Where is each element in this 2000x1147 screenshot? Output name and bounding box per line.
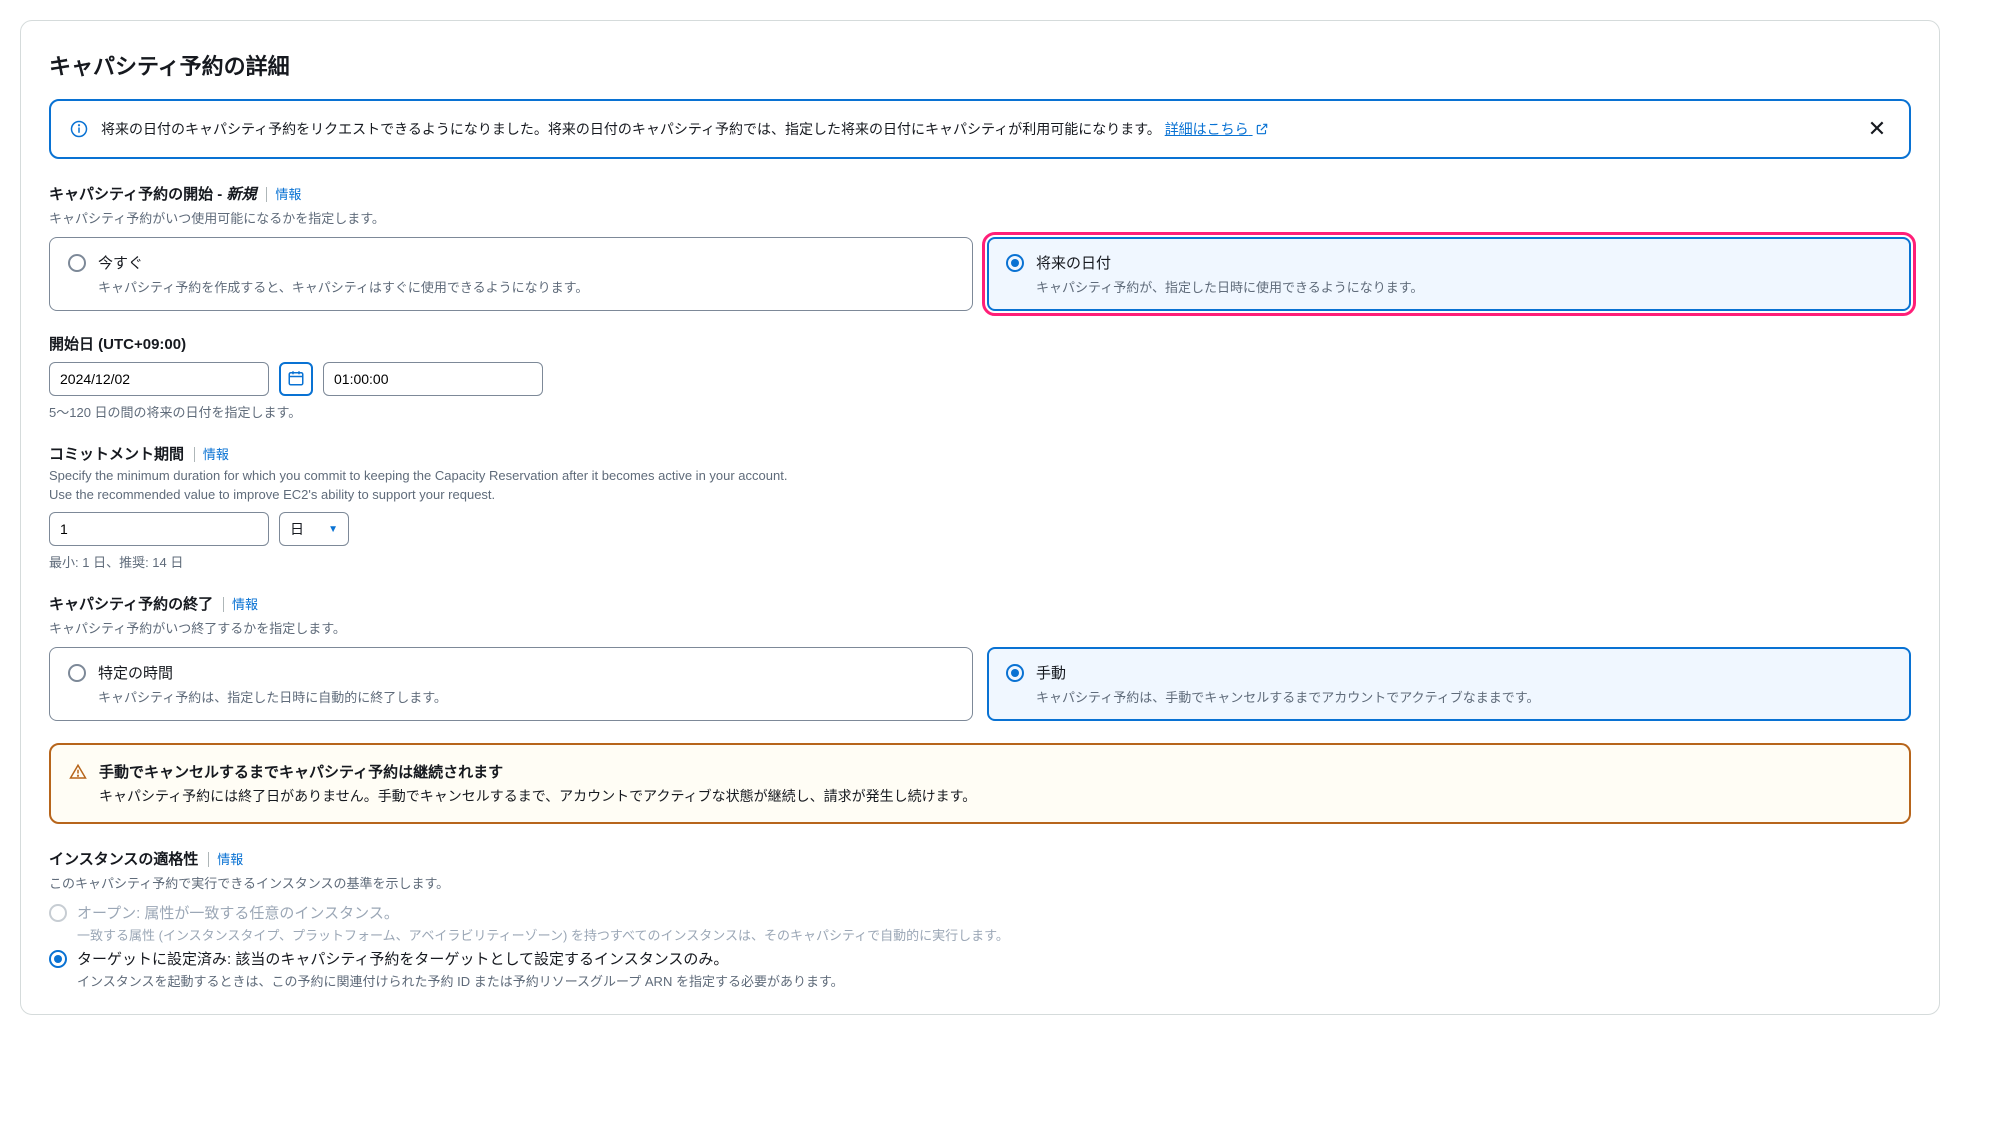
eligibility-heading: インスタンスの適格性 [49, 851, 198, 868]
eligibility-open-desc: 一致する属性 (インスタンスタイプ、プラットフォーム、アベイラビリティーゾーン)… [77, 925, 1911, 944]
start-date-heading: 開始日 (UTC+09:00) [49, 336, 186, 353]
end-radio-group: 特定の時間 キャパシティ予約は、指定した日時に自動的に終了します。 手動 キャパ… [49, 647, 1911, 721]
start-heading-row: キャパシティ予約の開始 - 新規 情報 [49, 183, 1911, 204]
learn-more-link[interactable]: 詳細はこちら [1165, 121, 1269, 137]
commitment-info-link[interactable]: 情報 [194, 447, 229, 462]
end-option-manual[interactable]: 手動 キャパシティ予約は、手動でキャンセルするまでアカウントでアクティブなままで… [987, 647, 1911, 721]
start-time-input[interactable] [323, 362, 543, 396]
eligibility-radio-group: オープン: 属性が一致する任意のインスタンス。 一致する属性 (インスタンスタイ… [49, 902, 1911, 990]
info-icon [69, 119, 89, 139]
end-time-desc: キャパシティ予約は、指定した日時に自動的に終了します。 [98, 687, 954, 706]
warn-desc: キャパシティ予約には終了日がありません。手動でキャンセルするまで、アカウントでア… [99, 786, 976, 806]
start-heading: キャパシティ予約の開始 - [49, 186, 226, 203]
warn-title: 手動でキャンセルするまでキャパシティ予約は継続されます [99, 761, 976, 782]
calendar-icon [287, 369, 305, 390]
eligibility-target-desc: インスタンスを起動するときは、この予約に関連付けられた予約 ID または予約リソ… [77, 971, 1911, 990]
radio-icon [49, 950, 67, 968]
end-info-link[interactable]: 情報 [223, 597, 258, 612]
start-date-section: 開始日 (UTC+09:00) 5〜120 日の間の将来の日付を指定します。 [49, 333, 1911, 421]
start-now-desc: キャパシティ予約を作成すると、キャパシティはすぐに使用できるようになります。 [98, 277, 954, 296]
eligibility-info-link[interactable]: 情報 [208, 852, 243, 867]
commitment-desc-2: Use the recommended value to improve EC2… [49, 487, 1911, 502]
radio-icon [68, 254, 86, 272]
commitment-unit-select[interactable]: 日 ▼ [279, 512, 349, 546]
commitment-unit-value: 日 [290, 519, 304, 539]
eligibility-desc: このキャパシティ予約で実行できるインスタンスの基準を示します。 [49, 873, 1911, 892]
start-section: キャパシティ予約の開始 - 新規 情報 キャパシティ予約がいつ使用可能になるかを… [49, 183, 1911, 311]
start-future-desc: キャパシティ予約が、指定した日時に使用できるようになります。 [1036, 277, 1892, 296]
end-section: キャパシティ予約の終了 情報 キャパシティ予約がいつ終了するかを指定します。 特… [49, 593, 1911, 721]
close-alert-button[interactable]: ✕ [1863, 115, 1891, 143]
end-desc: キャパシティ予約がいつ終了するかを指定します。 [49, 618, 1911, 637]
radio-icon [68, 664, 86, 682]
calendar-button[interactable] [279, 362, 313, 396]
capacity-reservation-details-panel: キャパシティ予約の詳細 将来の日付のキャパシティ予約をリクエストできるようになり… [20, 20, 1940, 1015]
info-alert-text: 将来の日付のキャパシティ予約をリクエストできるようになりました。将来の日付のキャ… [101, 119, 1851, 139]
eligibility-heading-row: インスタンスの適格性 情報 [49, 848, 1911, 869]
end-time-title: 特定の時間 [98, 662, 954, 683]
end-manual-desc: キャパシティ予約は、手動でキャンセルするまでアカウントでアクティブなままです。 [1036, 687, 1892, 706]
start-option-now[interactable]: 今すぐ キャパシティ予約を作成すると、キャパシティはすぐに使用できるようになりま… [49, 237, 973, 311]
start-option-future[interactable]: 将来の日付 キャパシティ予約が、指定した日時に使用できるようになります。 [987, 237, 1911, 311]
commitment-desc-1: Specify the minimum duration for which y… [49, 468, 1911, 483]
start-now-title: 今すぐ [98, 252, 954, 273]
eligibility-option-target[interactable]: ターゲットに設定済み: 該当のキャパシティ予約をターゲットとして設定するインスタ… [49, 948, 1911, 990]
start-future-title: 将来の日付 [1036, 252, 1892, 273]
eligibility-section: インスタンスの適格性 情報 このキャパシティ予約で実行できるインスタンスの基準を… [49, 848, 1911, 990]
start-date-hint: 5〜120 日の間の将来の日付を指定します。 [49, 402, 1911, 421]
eligibility-target-title: ターゲットに設定済み: 該当のキャパシティ予約をターゲットとして設定するインスタ… [77, 948, 1911, 969]
end-option-time[interactable]: 特定の時間 キャパシティ予約は、指定した日時に自動的に終了します。 [49, 647, 973, 721]
end-heading: キャパシティ予約の終了 [49, 596, 213, 613]
commitment-section: コミットメント期間 情報 Specify the minimum duratio… [49, 443, 1911, 571]
warning-icon [69, 763, 87, 806]
future-date-info-alert: 将来の日付のキャパシティ予約をリクエストできるようになりました。将来の日付のキャ… [49, 99, 1911, 159]
radio-icon [49, 904, 67, 922]
start-desc: キャパシティ予約がいつ使用可能になるかを指定します。 [49, 208, 1911, 227]
start-date-input[interactable] [49, 362, 269, 396]
chevron-down-icon: ▼ [328, 524, 338, 535]
commitment-hint: 最小: 1 日、推奨: 14 日 [49, 552, 1911, 571]
external-link-icon [1255, 122, 1269, 139]
end-manual-title: 手動 [1036, 662, 1892, 683]
commitment-heading-row: コミットメント期間 情報 [49, 443, 1911, 464]
close-icon: ✕ [1868, 116, 1886, 142]
radio-icon [1006, 254, 1024, 272]
page-title: キャパシティ予約の詳細 [49, 49, 1911, 81]
radio-icon [1006, 664, 1024, 682]
end-heading-row: キャパシティ予約の終了 情報 [49, 593, 1911, 614]
commitment-heading: コミットメント期間 [49, 446, 184, 463]
new-badge: 新規 [226, 186, 256, 203]
manual-cancel-warning: 手動でキャンセルするまでキャパシティ予約は継続されます キャパシティ予約には終了… [49, 743, 1911, 824]
start-radio-group: 今すぐ キャパシティ予約を作成すると、キャパシティはすぐに使用できるようになりま… [49, 237, 1911, 311]
commitment-value-input[interactable] [49, 512, 269, 546]
eligibility-option-open: オープン: 属性が一致する任意のインスタンス。 一致する属性 (インスタンスタイ… [49, 902, 1911, 944]
start-info-link[interactable]: 情報 [266, 187, 301, 202]
eligibility-open-title: オープン: 属性が一致する任意のインスタンス。 [77, 902, 1911, 923]
